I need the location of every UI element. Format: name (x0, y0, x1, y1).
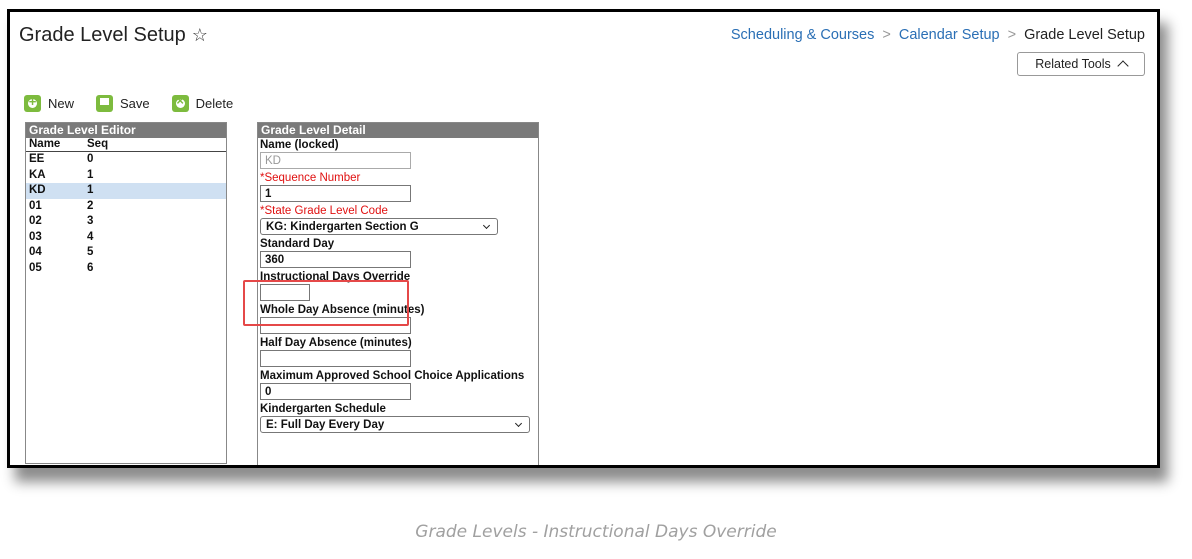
breadcrumb-separator-icon: > (882, 27, 891, 43)
sequence-number-label: *Sequence Number (260, 172, 361, 184)
table-row[interactable]: 03 4 (26, 230, 226, 246)
screenshot-frame: Grade Level Setup ☆ Scheduling & Courses >… (7, 9, 1160, 468)
half-day-absence-label: Half Day Absence (minutes) (260, 337, 412, 349)
detail-panel-title: Grade Level Detail (258, 123, 538, 138)
page-header: Grade Level Setup ☆ Scheduling & Courses >… (10, 12, 1157, 82)
delete-button[interactable]: Delete (171, 93, 233, 112)
instructional-days-override-highlight (243, 280, 409, 326)
column-header-name[interactable]: Name (26, 138, 87, 151)
plus-icon (24, 94, 41, 112)
standard-day-field[interactable]: 360 (260, 251, 411, 268)
name-label: Name (locked) (260, 139, 339, 151)
breadcrumb-calendar-setup[interactable]: Calendar Setup (899, 27, 1000, 43)
page-title: Grade Level Setup ☆ (19, 24, 208, 46)
save-button[interactable]: Save (96, 94, 150, 112)
breadcrumb-separator-icon: > (1007, 27, 1017, 43)
table-row[interactable]: 01 2 (26, 199, 226, 215)
image-caption: Grade Levels - Instructional Days Overri… (415, 522, 777, 542)
table-row[interactable]: EE 0 (26, 152, 226, 168)
table-row[interactable]: 05 6 (26, 261, 226, 277)
table-row[interactable]: 02 3 (26, 214, 226, 230)
related-tools-button[interactable]: Related Tools (1017, 52, 1145, 76)
table-row[interactable]: 04 5 (26, 245, 226, 261)
chevron-down-icon (482, 221, 491, 230)
save-icon (96, 94, 114, 112)
kindergarten-schedule-label: Kindergarten Schedule (260, 403, 386, 415)
state-grade-level-code-label: *State Grade Level Code (260, 205, 388, 217)
breadcrumb-scheduling-courses[interactable]: Scheduling & Courses (731, 27, 874, 43)
editor-table-header: Name Seq (26, 138, 226, 152)
kindergarten-schedule-select[interactable]: E: Full Day Every Day (260, 416, 530, 433)
name-field: KD (260, 152, 411, 169)
table-row[interactable]: KA 1 (26, 168, 226, 184)
max-school-choice-label: Maximum Approved School Choice Applicati… (260, 370, 525, 382)
action-toolbar: New Save Delete (24, 92, 255, 114)
standard-day-label: Standard Day (260, 238, 335, 250)
chevron-up-icon (1117, 60, 1129, 72)
column-header-seq[interactable]: Seq (87, 138, 147, 151)
half-day-absence-field[interactable] (260, 350, 411, 367)
grade-level-editor: Grade Level Editor Name Seq EE 0 KA 1 KD 1 … (25, 122, 227, 464)
editor-panel-title: Grade Level Editor (26, 123, 226, 138)
state-grade-level-code-select[interactable]: KG: Kindergarten Section G (260, 218, 498, 235)
favorite-star-icon[interactable]: ☆ (192, 25, 208, 45)
chevron-down-icon (514, 419, 523, 428)
delete-icon (171, 93, 189, 112)
breadcrumb: Scheduling & Courses > Calendar Setup > Grad… (731, 27, 1145, 43)
table-row-selected[interactable]: KD 1 (26, 183, 226, 199)
sequence-number-field[interactable]: 1 (260, 185, 411, 202)
breadcrumb-current: Grade Level Setup (1024, 27, 1145, 43)
max-school-choice-field[interactable]: 0 (260, 383, 411, 400)
new-button[interactable]: New (24, 94, 74, 112)
